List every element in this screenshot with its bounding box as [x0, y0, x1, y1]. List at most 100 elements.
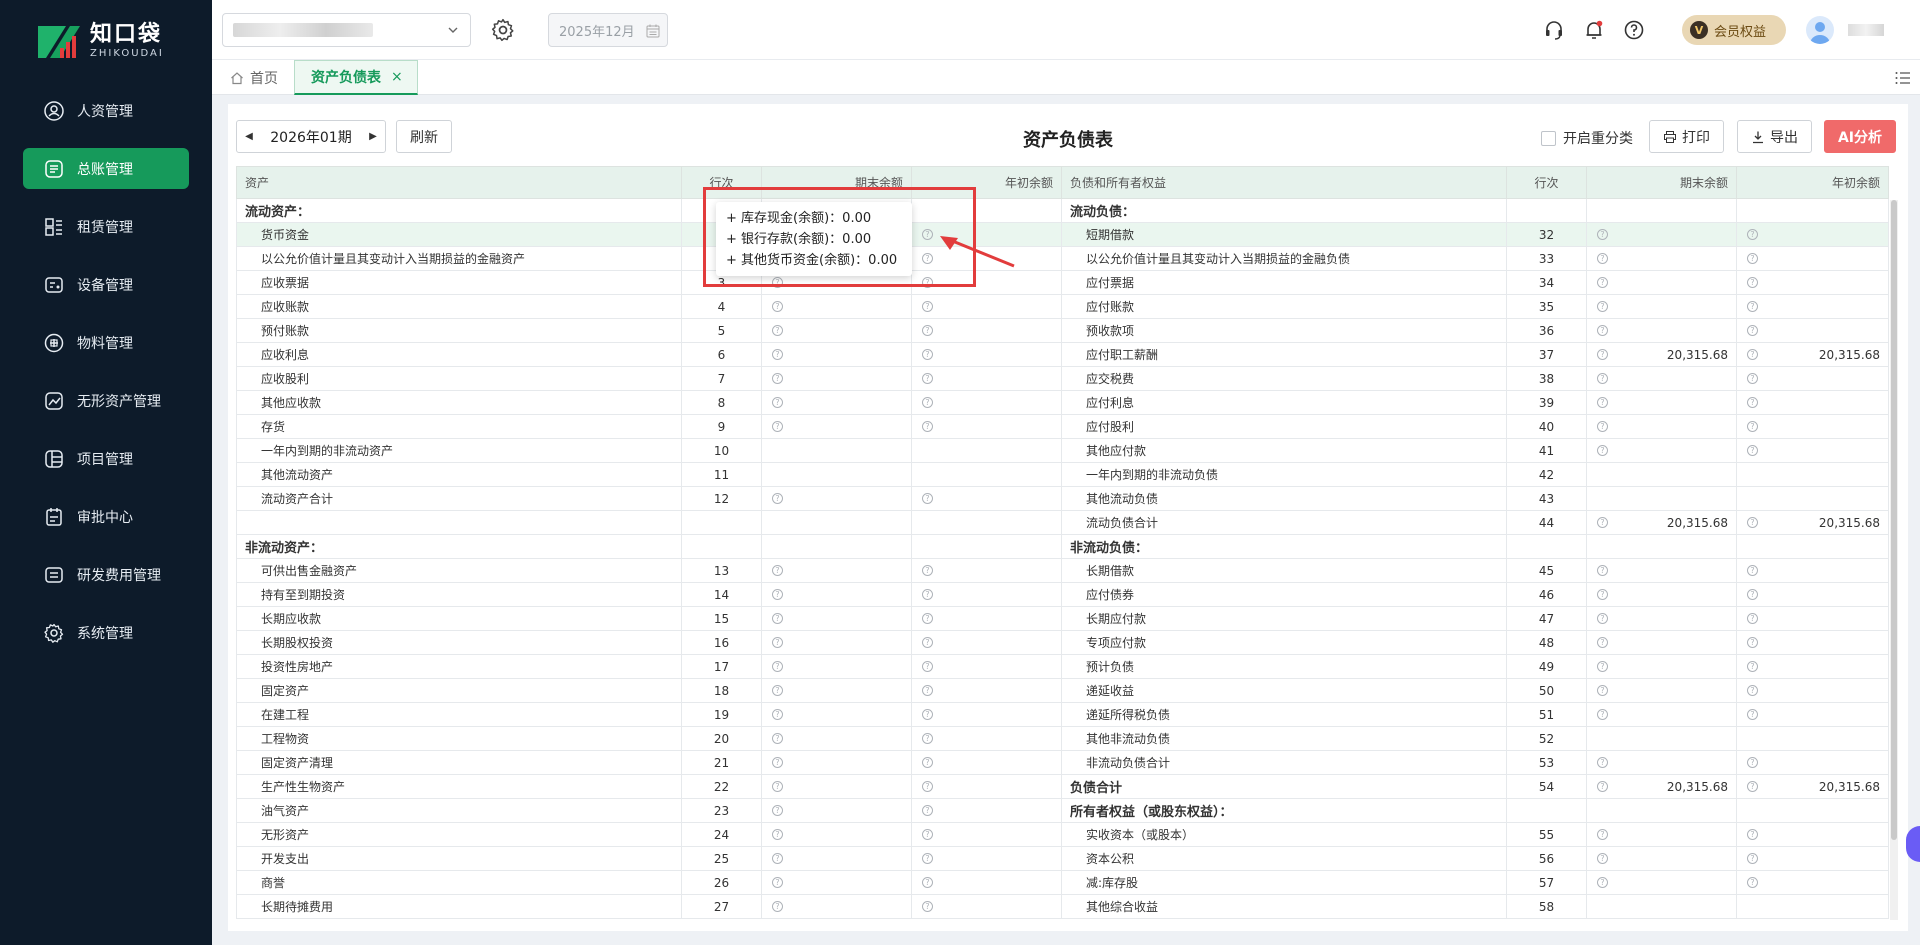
asset-ending-balance[interactable]: ?	[761, 678, 912, 703]
formula-help-icon[interactable]: ?	[922, 373, 933, 384]
formula-help-icon[interactable]: ?	[772, 901, 783, 912]
formula-help-icon[interactable]: ?	[772, 565, 783, 576]
sidebar-item[interactable]: 物料管理	[23, 322, 189, 363]
formula-help-icon[interactable]: ?	[922, 757, 933, 768]
liability-opening-balance[interactable]: ?	[1736, 270, 1889, 295]
liability-ending-balance[interactable]: ? 20,315.68	[1586, 774, 1737, 799]
chat-widget-icon[interactable]	[1906, 826, 1920, 862]
company-select[interactable]	[222, 13, 471, 47]
liability-opening-balance[interactable]: ?	[1736, 822, 1889, 847]
asset-opening-balance[interactable]: ?	[911, 774, 1062, 799]
formula-help-icon[interactable]: ?	[1747, 877, 1758, 888]
liability-opening-balance[interactable]: ?	[1736, 582, 1889, 607]
formula-help-icon[interactable]: ?	[1747, 301, 1758, 312]
next-period-icon[interactable]: ▶	[361, 121, 385, 152]
formula-help-icon[interactable]: ?	[1747, 685, 1758, 696]
liability-opening-balance[interactable]: ?	[1736, 318, 1889, 343]
bell-notification-icon[interactable]	[1582, 18, 1606, 42]
formula-help-icon[interactable]: ?	[1597, 589, 1608, 600]
formula-help-icon[interactable]: ?	[1597, 301, 1608, 312]
formula-help-icon[interactable]: ?	[1597, 781, 1608, 792]
asset-ending-balance[interactable]: ?	[761, 558, 912, 583]
formula-help-icon[interactable]: ?	[772, 781, 783, 792]
asset-opening-balance[interactable]: ?	[911, 798, 1062, 823]
liability-ending-balance[interactable]: ?	[1586, 702, 1737, 727]
liability-opening-balance[interactable]: ?	[1736, 246, 1889, 271]
asset-ending-balance[interactable]: ?	[761, 726, 912, 751]
liability-ending-balance[interactable]: ?	[1586, 846, 1737, 871]
help-question-icon[interactable]	[1622, 18, 1646, 42]
formula-help-icon[interactable]: ?	[1597, 349, 1608, 360]
liability-opening-balance[interactable]: ?	[1736, 222, 1889, 247]
formula-help-icon[interactable]: ?	[922, 781, 933, 792]
asset-ending-balance[interactable]: ?	[761, 606, 912, 631]
reclassify-checkbox[interactable]	[1541, 130, 1556, 146]
asset-ending-balance[interactable]: ?	[761, 822, 912, 847]
asset-opening-balance[interactable]: ?	[911, 486, 1062, 511]
logo[interactable]: 知口袋 ZHIKOUDAI	[36, 22, 164, 62]
asset-ending-balance[interactable]: ?	[761, 366, 912, 391]
formula-help-icon[interactable]: ?	[1747, 565, 1758, 576]
close-icon[interactable]: ×	[391, 69, 403, 85]
formula-help-icon[interactable]: ?	[922, 421, 933, 432]
liability-ending-balance[interactable]: ?	[1586, 246, 1737, 271]
liability-ending-balance[interactable]: ?	[1586, 222, 1737, 247]
formula-help-icon[interactable]: ?	[1597, 709, 1608, 720]
liability-ending-balance[interactable]: ? 20,315.68	[1586, 510, 1737, 535]
liability-ending-balance[interactable]: ?	[1586, 630, 1737, 655]
liability-ending-balance[interactable]: ?	[1586, 870, 1737, 895]
formula-help-icon[interactable]: ?	[772, 853, 783, 864]
asset-ending-balance[interactable]: ?	[761, 414, 912, 439]
formula-help-icon[interactable]: ?	[1747, 757, 1758, 768]
formula-help-icon[interactable]: ?	[922, 661, 933, 672]
formula-help-icon[interactable]: ?	[1597, 445, 1608, 456]
formula-help-icon[interactable]: ?	[1597, 685, 1608, 696]
asset-ending-balance[interactable]: ?	[761, 294, 912, 319]
scrollbar-thumb[interactable]	[1891, 200, 1897, 840]
refresh-button[interactable]: 刷新	[396, 120, 452, 153]
formula-help-icon[interactable]: ?	[1747, 613, 1758, 624]
formula-help-icon[interactable]: ?	[1597, 253, 1608, 264]
formula-help-icon[interactable]: ?	[1747, 517, 1758, 528]
date-picker[interactable]: 2025年12月	[548, 13, 668, 47]
formula-help-icon[interactable]: ?	[922, 709, 933, 720]
formula-help-icon[interactable]: ?	[922, 565, 933, 576]
formula-help-icon[interactable]: ?	[1597, 517, 1608, 528]
formula-help-icon[interactable]: ?	[772, 373, 783, 384]
formula-help-icon[interactable]: ?	[922, 877, 933, 888]
liability-ending-balance[interactable]: ?	[1586, 654, 1737, 679]
tab-home[interactable]: 首页	[230, 60, 278, 95]
formula-help-icon[interactable]: ?	[1747, 709, 1758, 720]
liability-ending-balance[interactable]: ?	[1586, 294, 1737, 319]
liability-opening-balance[interactable]: ?	[1736, 630, 1889, 655]
formula-help-icon[interactable]: ?	[772, 829, 783, 840]
formula-help-icon[interactable]: ?	[922, 685, 933, 696]
formula-help-icon[interactable]: ?	[1597, 397, 1608, 408]
formula-help-icon[interactable]: ?	[1597, 421, 1608, 432]
formula-help-icon[interactable]: ?	[1747, 829, 1758, 840]
liability-opening-balance[interactable]: ?	[1736, 870, 1889, 895]
formula-help-icon[interactable]: ?	[922, 829, 933, 840]
export-button[interactable]: 导出	[1737, 120, 1812, 153]
asset-opening-balance[interactable]: ?	[911, 414, 1062, 439]
prev-period-icon[interactable]: ◀	[237, 121, 261, 152]
formula-help-icon[interactable]: ?	[772, 757, 783, 768]
vip-benefits-button[interactable]: V 会员权益	[1682, 15, 1786, 45]
formula-help-icon[interactable]: ?	[1747, 661, 1758, 672]
liability-ending-balance[interactable]: ?	[1586, 750, 1737, 775]
formula-help-icon[interactable]: ?	[1597, 829, 1608, 840]
liability-ending-balance[interactable]: ?	[1586, 438, 1737, 463]
liability-opening-balance[interactable]: ?	[1736, 366, 1889, 391]
asset-ending-balance[interactable]: ?	[761, 390, 912, 415]
asset-ending-balance[interactable]: ?	[761, 654, 912, 679]
asset-ending-balance[interactable]: ?	[761, 486, 912, 511]
formula-help-icon[interactable]: ?	[1597, 877, 1608, 888]
formula-help-icon[interactable]: ?	[922, 901, 933, 912]
print-button[interactable]: 打印	[1649, 120, 1724, 153]
asset-ending-balance[interactable]: ?	[761, 342, 912, 367]
asset-opening-balance[interactable]: ?	[911, 342, 1062, 367]
asset-ending-balance[interactable]: ?	[761, 774, 912, 799]
formula-help-icon[interactable]: ?	[1597, 325, 1608, 336]
sidebar-item[interactable]: 设备管理	[23, 264, 189, 305]
liability-ending-balance[interactable]: ?	[1586, 414, 1737, 439]
